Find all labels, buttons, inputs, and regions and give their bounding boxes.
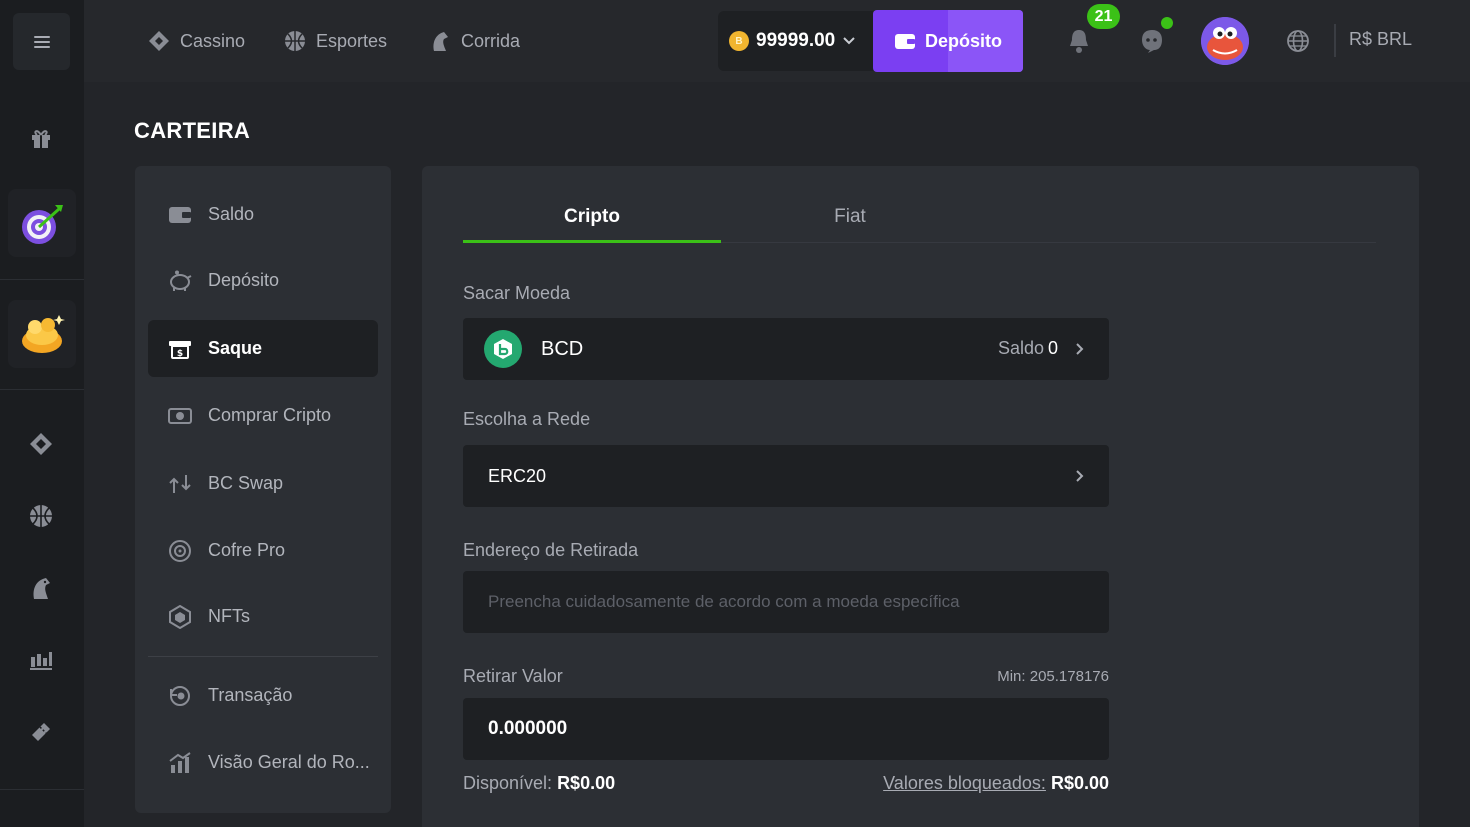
nft-icon (168, 604, 192, 629)
hamburger-icon (33, 35, 50, 48)
casino-icon (149, 31, 169, 51)
coin-name: BCD (541, 337, 584, 360)
page-title: CARTEIRA (134, 118, 251, 143)
network-value: ERC20 (488, 465, 547, 486)
amount-field-label: Retirar Valor (463, 666, 563, 686)
coin-field-label: Sacar Moeda (463, 283, 571, 303)
coin-icon: B (729, 31, 749, 51)
vault-icon (168, 539, 192, 563)
trading-chart-icon[interactable] (22, 641, 60, 679)
amount-field[interactable]: 0.000000 (463, 698, 1109, 760)
coin-select[interactable]: BCD Saldo 0 (463, 318, 1109, 380)
available-value: R$0.00 (557, 773, 616, 793)
bcd-coin-icon (484, 330, 522, 368)
sidemenu-item-label: Visão Geral do Ro... (208, 752, 370, 772)
nav-cassino[interactable]: Cassino (148, 27, 245, 55)
currency-selector[interactable]: R$ BRL (1349, 29, 1412, 50)
sidemenu-item-visao-geral[interactable]: Visão Geral do Ro... (148, 734, 378, 791)
network-field-label: Escolha a Rede (463, 409, 591, 429)
rollover-chart-icon (168, 751, 192, 775)
balance-selector[interactable]: B 99999.00 (718, 11, 873, 71)
wallet-icon (168, 203, 192, 227)
notification-count-badge: 21 (1087, 4, 1120, 29)
locked-values: Valores bloqueados: R$0.00 (883, 773, 1109, 794)
address-field-label: Endereço de Retirada (463, 540, 639, 560)
globe-icon[interactable] (1286, 29, 1310, 58)
amount-min-label: Min: 205.178176 (997, 668, 1109, 685)
online-status-dot (1161, 17, 1173, 29)
avatar[interactable] (1201, 17, 1249, 65)
header-divider (1334, 24, 1336, 57)
chevron-right-icon (1076, 470, 1084, 482)
chevron-right-icon (1076, 343, 1084, 355)
address-input[interactable] (463, 571, 1109, 633)
available-balance: Disponível: R$0.00 (463, 773, 615, 794)
address-field[interactable] (463, 571, 1109, 633)
casino-icon[interactable] (22, 425, 60, 463)
chevron-down-icon (843, 37, 855, 45)
sidemenu-item-label: NFTs (208, 606, 250, 626)
locked-value: R$0.00 (1050, 773, 1109, 793)
buy-crypto-icon (168, 404, 192, 428)
coin-balance-label: Saldo (997, 338, 1044, 358)
rail-feature-target-game[interactable] (8, 189, 76, 257)
deposit-button[interactable]: Depósito (873, 10, 1023, 72)
horse-racing-icon[interactable] (22, 569, 60, 607)
sidemenu-item-label: Saldo (208, 204, 255, 224)
lottery-ticket-icon[interactable] (22, 713, 60, 751)
top-bar: Cassino Esportes Corrida B 99999.00 Depó… (84, 0, 1470, 82)
coin-balance: Saldo 0 (998, 338, 1058, 359)
nav-esportes-label: Esportes (316, 30, 388, 51)
amount-value: 0.000000 (488, 718, 568, 739)
tab-fiat[interactable]: Fiat (721, 206, 979, 243)
sidemenu-divider (148, 656, 378, 657)
deposit-button-label: Depósito (924, 30, 1002, 51)
sidemenu-item-label: Comprar Cripto (208, 405, 332, 425)
available-label: Disponível: (463, 773, 553, 793)
sidemenu-item-bc-swap[interactable]: BC Swap (148, 455, 378, 512)
network-select[interactable]: ERC20 (463, 445, 1109, 507)
piggy-bank-icon (168, 269, 192, 293)
nav-corrida-label: Corrida (461, 30, 521, 51)
transaction-icon (168, 684, 192, 708)
sidemenu-item-comprar-cripto[interactable]: Comprar Cripto (148, 387, 378, 444)
sidemenu-item-label: Saque (208, 338, 263, 358)
locked-values-link[interactable]: Valores bloqueados: (883, 773, 1046, 793)
sports-ball-icon[interactable] (22, 497, 60, 535)
sidemenu-item-deposito[interactable]: Depósito (148, 252, 378, 309)
withdraw-icon: $ (168, 337, 192, 361)
sports-ball-icon (285, 31, 305, 51)
sidemenu-item-nfts[interactable]: NFTs (148, 588, 378, 645)
hamburger-menu-button[interactable] (13, 13, 70, 70)
sidemenu-item-cofre-pro[interactable]: Cofre Pro (148, 522, 378, 579)
tab-bar: Cripto Fiat (463, 206, 1376, 243)
rail-feature-treasure[interactable] (8, 300, 76, 368)
svg-text:$: $ (177, 349, 183, 359)
withdraw-panel: Cripto Fiat Sacar Moeda BCD Saldo 0 Escol… (422, 166, 1419, 827)
sidemenu-item-label: BC Swap (208, 473, 284, 493)
target-dart-icon (22, 205, 63, 244)
nav-cassino-label: Cassino (180, 30, 246, 51)
swap-icon (168, 472, 192, 496)
sidemenu-item-saldo[interactable]: Saldo (148, 186, 378, 243)
bell-icon[interactable] (1067, 28, 1091, 59)
wallet-icon (894, 34, 915, 49)
nav-corrida[interactable]: Corrida (429, 27, 520, 55)
sidemenu-item-saque[interactable]: $ Saque (148, 320, 378, 377)
sidemenu-item-label: Depósito (208, 270, 280, 290)
coin-balance-value: 0 (1047, 338, 1058, 358)
sidemenu-item-transacao[interactable]: Transação (148, 667, 378, 724)
tab-cripto[interactable]: Cripto (463, 206, 721, 243)
nav-esportes[interactable]: Esportes (284, 27, 387, 55)
balance-value: 99999.00 (756, 30, 836, 51)
gift-icon[interactable] (22, 119, 60, 157)
wallet-side-menu: Saldo Depósito $ Saque Comprar Cripto BC… (135, 166, 391, 813)
avatar-dino-icon (1201, 17, 1249, 65)
left-rail (0, 0, 84, 827)
sidemenu-item-label: Cofre Pro (208, 540, 286, 560)
chat-icon[interactable] (1140, 28, 1164, 59)
gold-coins-icon (22, 315, 65, 353)
sidemenu-item-label: Transação (208, 685, 293, 705)
horse-racing-icon (433, 32, 448, 51)
